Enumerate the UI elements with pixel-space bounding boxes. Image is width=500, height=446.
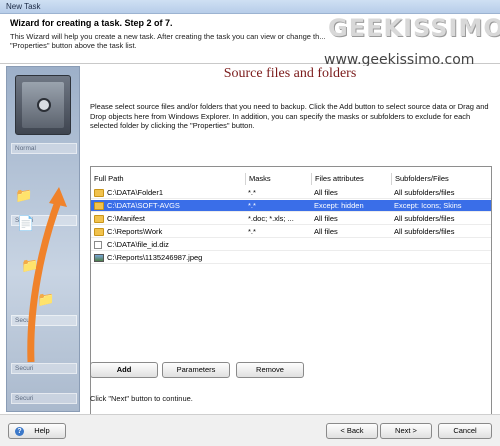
safe-dial bbox=[37, 98, 51, 112]
safe-door bbox=[22, 82, 64, 128]
help-button[interactable]: ? Help bbox=[8, 423, 66, 439]
cell-files-attributes bbox=[311, 239, 391, 251]
table-row[interactable]: C:\DATA\Folder1 *.* All files All subfolder… bbox=[91, 187, 491, 199]
ghost-item: Normal bbox=[11, 143, 77, 154]
column-subfolders-files[interactable]: Subfolders/Files bbox=[391, 173, 491, 185]
cell-masks: *.* bbox=[248, 188, 256, 197]
remove-button[interactable]: Remove bbox=[236, 362, 304, 378]
back-button[interactable]: < Back bbox=[326, 423, 378, 439]
parameters-button[interactable]: Parameters bbox=[162, 362, 230, 378]
cell-masks: *.* bbox=[248, 201, 256, 210]
document-icon: 📄 bbox=[17, 215, 35, 231]
wizard-content: Source files and folders Please select s… bbox=[86, 66, 494, 422]
cancel-button[interactable]: Cancel bbox=[438, 423, 492, 439]
watermark: GEEKISSIMO www.geekissimo.com bbox=[318, 14, 500, 72]
cell-full-path: C:\DATA\Folder1 bbox=[107, 188, 163, 197]
cell-masks bbox=[245, 239, 311, 251]
page-title: Source files and folders bbox=[223, 66, 357, 81]
column-masks[interactable]: Masks bbox=[245, 173, 311, 185]
add-button[interactable]: Add bbox=[90, 362, 158, 378]
cell-subfolders-files bbox=[391, 239, 491, 251]
cell-files-attributes: Except: hidden bbox=[314, 201, 364, 210]
safe-icon bbox=[15, 75, 71, 135]
help-icon: ? bbox=[15, 427, 24, 436]
table-row[interactable]: C:\DATA\file_id.diz bbox=[91, 239, 491, 251]
ghost-item: Securi bbox=[11, 393, 77, 404]
cell-subfolders-files: All subfolders/files bbox=[394, 188, 455, 197]
wizard-step-title: Wizard for creating a task. Step 2 of 7. bbox=[10, 18, 173, 28]
column-full-path[interactable]: Full Path bbox=[91, 173, 245, 185]
cell-masks: *.* bbox=[248, 227, 256, 236]
cell-full-path: C:\Manifest bbox=[107, 214, 145, 223]
watermark-logo: GEEKISSIMO bbox=[328, 14, 500, 42]
wizard-side-panel: Normal Securi Securi Securi Securi 📁 📄 📁… bbox=[6, 66, 80, 412]
source-list[interactable]: Full Path Masks Files attributes Subfold… bbox=[90, 166, 492, 422]
table-row[interactable]: C:\Reports\1135246987.jpeg bbox=[91, 252, 491, 264]
cell-full-path: C:\DATA\SOFT-AVGS bbox=[107, 201, 180, 210]
cell-subfolders-files: All subfolders/files bbox=[394, 214, 455, 223]
cell-full-path: C:\DATA\file_id.diz bbox=[107, 240, 169, 249]
wizard-description: This Wizard will help you create a new t… bbox=[10, 32, 326, 50]
column-files-attributes[interactable]: Files attributes bbox=[311, 173, 391, 185]
folder-icon: 📁 bbox=[15, 187, 33, 203]
table-row[interactable]: C:\Reports\Work *.* All files All subfolder… bbox=[91, 226, 491, 238]
folder-icon: 📁 bbox=[21, 257, 39, 273]
next-button[interactable]: Next > bbox=[380, 423, 432, 439]
cell-full-path: C:\Reports\1135246987.jpeg bbox=[107, 253, 203, 262]
cell-files-attributes: All files bbox=[314, 214, 338, 223]
window-title: New Task bbox=[6, 2, 41, 11]
arrow-icon bbox=[27, 187, 67, 363]
table-header: Full Path Masks Files attributes Subfold… bbox=[91, 173, 491, 185]
cell-files-attributes bbox=[311, 252, 391, 264]
cell-masks: *.doc; *.xls; ... bbox=[248, 214, 294, 223]
table-row[interactable]: C:\Manifest *.doc; *.xls; ... All files All… bbox=[91, 213, 491, 225]
cell-full-path: C:\Reports\Work bbox=[107, 227, 163, 236]
wizard-footer: ? Help < Back Next > Cancel bbox=[0, 414, 500, 446]
cell-subfolders-files: All subfolders/files bbox=[394, 227, 455, 236]
cell-masks bbox=[245, 252, 311, 264]
continue-hint: Click "Next" button to continue. bbox=[90, 394, 193, 403]
cell-subfolders-files bbox=[391, 252, 491, 264]
folder-icon: 📁 bbox=[37, 291, 55, 307]
cell-subfolders-files: Except: Icons; Skins bbox=[394, 201, 462, 210]
help-label: Help bbox=[34, 426, 50, 435]
cell-files-attributes: All files bbox=[314, 227, 338, 236]
intro-text: Please select source files and/or folder… bbox=[90, 102, 489, 130]
cell-files-attributes: All files bbox=[314, 188, 338, 197]
window-titlebar: New Task bbox=[0, 0, 500, 14]
table-row[interactable]: C:\DATA\SOFT-AVGS *.* Except: hidden Except… bbox=[91, 200, 491, 212]
